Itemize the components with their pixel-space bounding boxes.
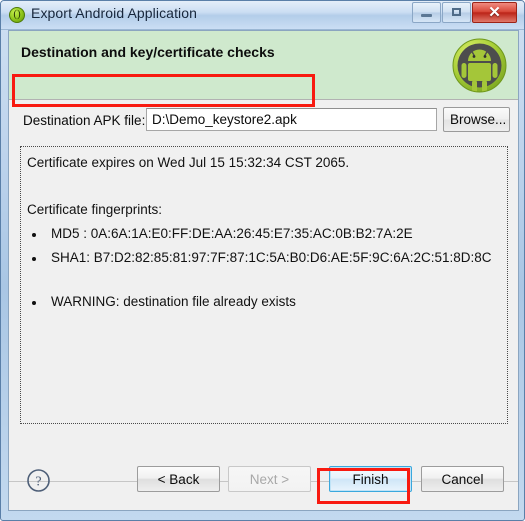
- minimize-icon[interactable]: [412, 2, 441, 23]
- title-bar[interactable]: Export Android Application ✕: [1, 1, 524, 30]
- destination-apk-input[interactable]: [146, 108, 437, 131]
- export-wizard-icon: [9, 6, 25, 23]
- window-title: Export Android Application: [31, 5, 198, 21]
- browse-button[interactable]: Browse...: [443, 107, 510, 132]
- certificate-info-box: Certificate expires on Wed Jul 15 15:32:…: [20, 146, 508, 424]
- close-icon[interactable]: ✕: [472, 2, 517, 23]
- cancel-button[interactable]: Cancel: [421, 466, 504, 492]
- destination-apk-label: Destination APK file:: [23, 113, 146, 128]
- close-glyph: ✕: [488, 4, 501, 21]
- dialog-client-area: Destination and key/certificate checks D…: [8, 30, 519, 511]
- svg-text:?: ?: [35, 475, 41, 490]
- dialog-button-bar: ? < Back Next > Finish Cancel: [9, 466, 518, 511]
- certificate-sha1-fingerprint: SHA1: B7:D2:82:85:81:97:7F:87:1C:5A:B0:D…: [27, 250, 492, 265]
- page-title: Destination and key/certificate checks: [21, 44, 275, 60]
- certificate-md5-fingerprint: MD5 : 0A:6A:1A:E0:FF:DE:AA:26:45:E7:35:A…: [27, 226, 413, 241]
- destination-exists-warning: WARNING: destination file already exists: [27, 294, 296, 309]
- help-question-icon[interactable]: ?: [26, 468, 51, 493]
- maximize-icon[interactable]: [442, 2, 471, 23]
- export-android-application-dialog: Export Android Application ✕ Destination…: [0, 0, 525, 521]
- destination-row: Destination APK file: Browse...: [9, 101, 518, 141]
- next-button: Next >: [228, 466, 311, 492]
- certificate-expiry-text: Certificate expires on Wed Jul 15 15:32:…: [27, 155, 350, 170]
- wizard-banner: Destination and key/certificate checks: [9, 31, 518, 100]
- back-button[interactable]: < Back: [137, 466, 220, 492]
- finish-button[interactable]: Finish: [329, 466, 412, 492]
- android-robot-icon: [452, 38, 507, 93]
- certificate-fingerprints-header: Certificate fingerprints:: [27, 202, 163, 217]
